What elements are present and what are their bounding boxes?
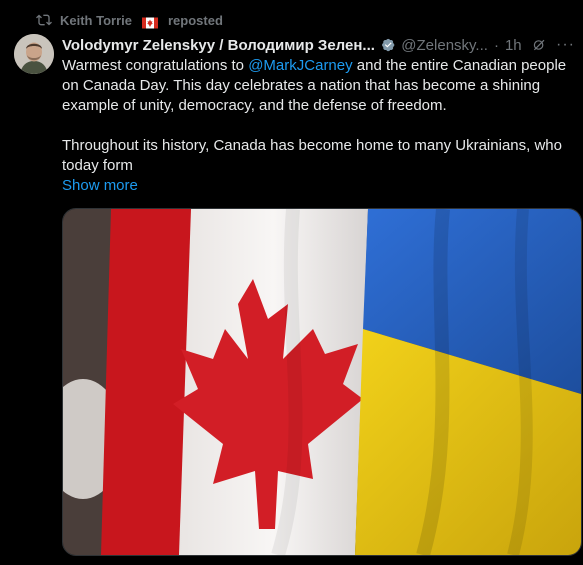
mention-link[interactable]: @MarkJCarney xyxy=(248,57,352,74)
post-header: Volodymyr Zelenskyy / Володимир Зелен...… xyxy=(62,34,575,56)
show-more-link[interactable]: Show more xyxy=(62,177,138,194)
verified-badge-icon[interactable] xyxy=(381,36,395,54)
author-name[interactable]: Volodymyr Zelenskyy / Володимир Зелен... xyxy=(62,37,375,54)
repost-indicator[interactable]: Keith Torrie reposted xyxy=(36,10,223,30)
repost-icon xyxy=(36,14,52,26)
post-body: Warmest congratulations to @MarkJCarney … xyxy=(62,56,580,176)
more-options-icon[interactable]: ··· xyxy=(556,36,575,54)
author-avatar[interactable] xyxy=(14,34,54,74)
post-image[interactable] xyxy=(62,208,582,556)
author-handle[interactable]: @Zelensky... xyxy=(401,37,488,54)
separator-dot: · xyxy=(493,36,499,54)
post-paragraph-2: Throughout its history, Canada has becom… xyxy=(62,137,562,174)
post-time[interactable]: 1h xyxy=(505,37,522,54)
repost-user[interactable]: Keith Torrie xyxy=(60,13,132,28)
grok-icon[interactable] xyxy=(532,36,546,54)
canada-flag-emoji xyxy=(142,15,158,28)
repost-label: reposted xyxy=(168,12,223,28)
post-paragraph-1: Warmest congratulations to @MarkJCarney … xyxy=(62,57,567,114)
